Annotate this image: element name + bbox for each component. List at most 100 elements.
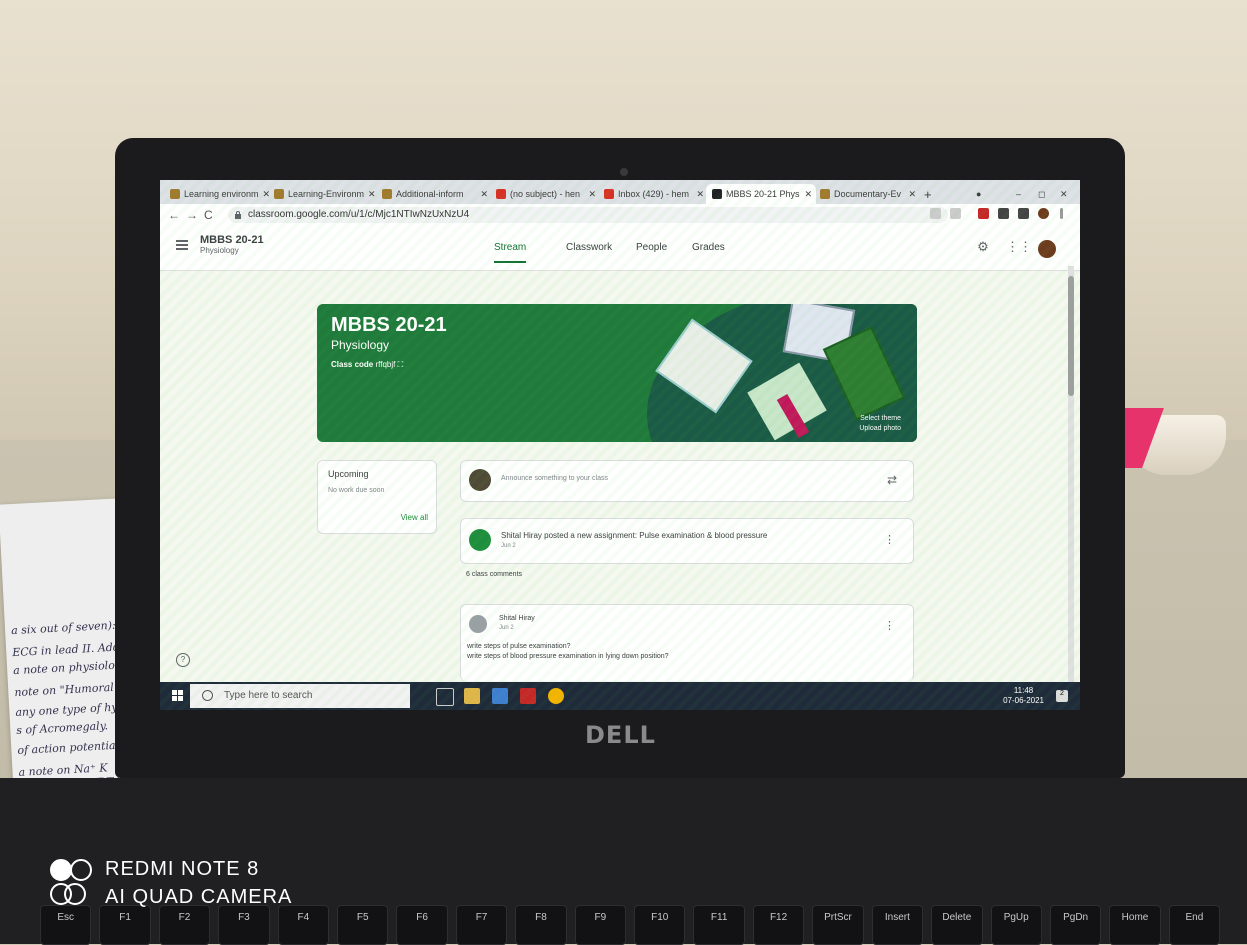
scrollbar-thumb[interactable]: [1068, 276, 1074, 396]
file-explorer-icon[interactable]: [464, 688, 480, 704]
tab-label: (no subject) - hen: [510, 189, 581, 199]
more-options-icon[interactable]: ⋮: [884, 619, 895, 632]
camera-logo-icon: [50, 857, 94, 907]
class-code-label: Class code: [331, 360, 374, 369]
reload-icon[interactable]: C: [204, 208, 213, 222]
tab-label: Additional-inform: [396, 189, 464, 199]
camera-watermark: REDMI NOTE 8 AI QUAD CAMERA: [50, 855, 292, 911]
clock-date: 07-06-2021: [1003, 696, 1044, 705]
help-icon[interactable]: ?: [176, 653, 190, 667]
watermark-line: REDMI NOTE 8: [105, 858, 260, 880]
browser-tab-active[interactable]: MBBS 20-21 Phys ✕: [706, 184, 816, 204]
settings-gear-icon[interactable]: ⚙: [976, 240, 990, 254]
tab-people[interactable]: People: [636, 242, 667, 253]
url-text: classroom.google.com/u/1/c/Mjc1NTIwNzUxN…: [248, 209, 470, 220]
upcoming-card: Upcoming No work due soon View all: [317, 460, 437, 534]
view-all-link[interactable]: View all: [401, 513, 428, 522]
tab-label: Learning environm: [184, 189, 259, 199]
key: Esc: [40, 905, 92, 945]
bookmark-star-icon[interactable]: [950, 208, 961, 219]
banner-options: Select theme Upload photo: [859, 414, 901, 434]
account-avatar-icon[interactable]: [1038, 208, 1049, 219]
more-options-icon[interactable]: ⋮: [884, 533, 895, 546]
chrome-icon[interactable]: [548, 688, 564, 704]
browser-tab[interactable]: Documentary-Ev ✕: [814, 184, 920, 204]
windows-start-icon[interactable]: [172, 690, 184, 702]
upload-photo-link[interactable]: Upload photo: [859, 424, 901, 434]
post-title: Shital Hiray posted a new assignment: Pu…: [501, 531, 768, 540]
key: F5: [337, 905, 389, 945]
tab-stream[interactable]: Stream: [494, 242, 527, 263]
class-code[interactable]: Class code rffqbjf ⛶: [331, 360, 403, 370]
classroom-favicon-icon: [712, 189, 722, 199]
key: F3: [218, 905, 270, 945]
browser-menu-icon[interactable]: [1060, 208, 1063, 219]
user-avatar[interactable]: [1036, 238, 1058, 260]
profile-icon[interactable]: ●: [970, 184, 990, 204]
acrobat-icon[interactable]: [520, 688, 536, 704]
key: Home: [1109, 905, 1161, 945]
browser-tab[interactable]: Additional-inform ✕: [376, 184, 492, 204]
forward-icon[interactable]: →: [186, 208, 198, 222]
close-tab-icon[interactable]: ✕: [368, 189, 376, 200]
key: F7: [455, 905, 508, 945]
repost-icon[interactable]: ⇄: [887, 473, 897, 487]
course-name[interactable]: MBBS 20-21 Physiology: [200, 234, 264, 255]
class-comments-link[interactable]: 6 class comments: [466, 571, 522, 578]
close-tab-icon[interactable]: ✕: [696, 189, 704, 200]
select-theme-link[interactable]: Select theme: [859, 414, 901, 424]
browser-tab[interactable]: Learning environm ✕: [164, 184, 270, 204]
key: F8: [515, 905, 567, 945]
assignment-icon: [469, 529, 491, 551]
puzzle-extension-icon[interactable]: [1018, 208, 1029, 219]
browser-tab[interactable]: Inbox (429) - hem ✕: [598, 184, 708, 204]
announce-box[interactable]: Announce something to your class ⇄: [460, 460, 914, 502]
key: PrtScr: [812, 905, 864, 945]
zoom-icon[interactable]: [930, 208, 941, 219]
url-field[interactable]: classroom.google.com/u/1/c/Mjc1NTIwNzUxN…: [228, 207, 948, 223]
close-window-icon[interactable]: ✕: [1054, 184, 1074, 204]
back-icon[interactable]: ←: [168, 208, 180, 222]
tab-grades[interactable]: Grades: [692, 242, 725, 253]
app-icon[interactable]: [492, 688, 508, 704]
tab-classwork[interactable]: Classwork: [566, 242, 612, 253]
key: F6: [396, 905, 448, 945]
fullscreen-icon[interactable]: ⛶: [398, 360, 404, 369]
maximize-icon[interactable]: ◻: [1032, 184, 1052, 204]
key: End: [1168, 905, 1221, 945]
key: F9: [574, 905, 627, 945]
close-tab-icon[interactable]: ✕: [804, 189, 812, 200]
clock-time: 11:48: [1013, 686, 1034, 695]
browser-tab[interactable]: Learning-Environm ✕: [268, 184, 378, 204]
check-extension-icon[interactable]: [998, 208, 1009, 219]
class-banner: MBBS 20-21 Physiology Class code rffqbjf…: [317, 304, 917, 442]
comment-line: write steps of blood pressure examinatio…: [467, 653, 669, 660]
gmail-icon: [604, 189, 614, 199]
key: PgDn: [1049, 905, 1102, 945]
close-tab-icon[interactable]: ✕: [480, 189, 488, 200]
comment-date: Jun 2: [499, 625, 514, 631]
close-tab-icon[interactable]: ✕: [588, 189, 596, 200]
task-view-icon[interactable]: [436, 688, 454, 706]
gmail-icon: [496, 189, 506, 199]
apps-grid-icon[interactable]: ⋮⋮: [1006, 240, 1032, 254]
class-code-value: rffqbjf: [375, 360, 396, 369]
key: F2: [158, 905, 211, 945]
taskbar-clock[interactable]: 11:48 07-06-2021: [1003, 686, 1044, 706]
new-tab-button[interactable]: +: [918, 184, 940, 204]
scrollbar[interactable]: [1068, 266, 1074, 686]
address-bar: ← → C classroom.google.com/u/1/c/Mjc1NTI…: [160, 204, 1080, 227]
search-placeholder: Type here to search: [224, 690, 313, 701]
windows-taskbar: Type here to search 11:48 07-06-2021 2: [160, 682, 1080, 710]
taskbar-search[interactable]: Type here to search: [190, 684, 410, 708]
pdf-extension-icon[interactable]: [978, 208, 989, 219]
browser-tab[interactable]: (no subject) - hen ✕: [490, 184, 600, 204]
minimize-icon[interactable]: –: [1010, 184, 1030, 204]
assignment-post[interactable]: Shital Hiray posted a new assignment: Pu…: [460, 518, 914, 564]
notification-icon[interactable]: 2: [1056, 690, 1068, 702]
paper-line: a note on physiologic: [12, 657, 132, 678]
course-subtitle: Physiology: [200, 246, 239, 255]
close-tab-icon[interactable]: ✕: [908, 189, 916, 200]
avatar: [469, 469, 491, 491]
hamburger-menu-icon[interactable]: [176, 240, 188, 250]
